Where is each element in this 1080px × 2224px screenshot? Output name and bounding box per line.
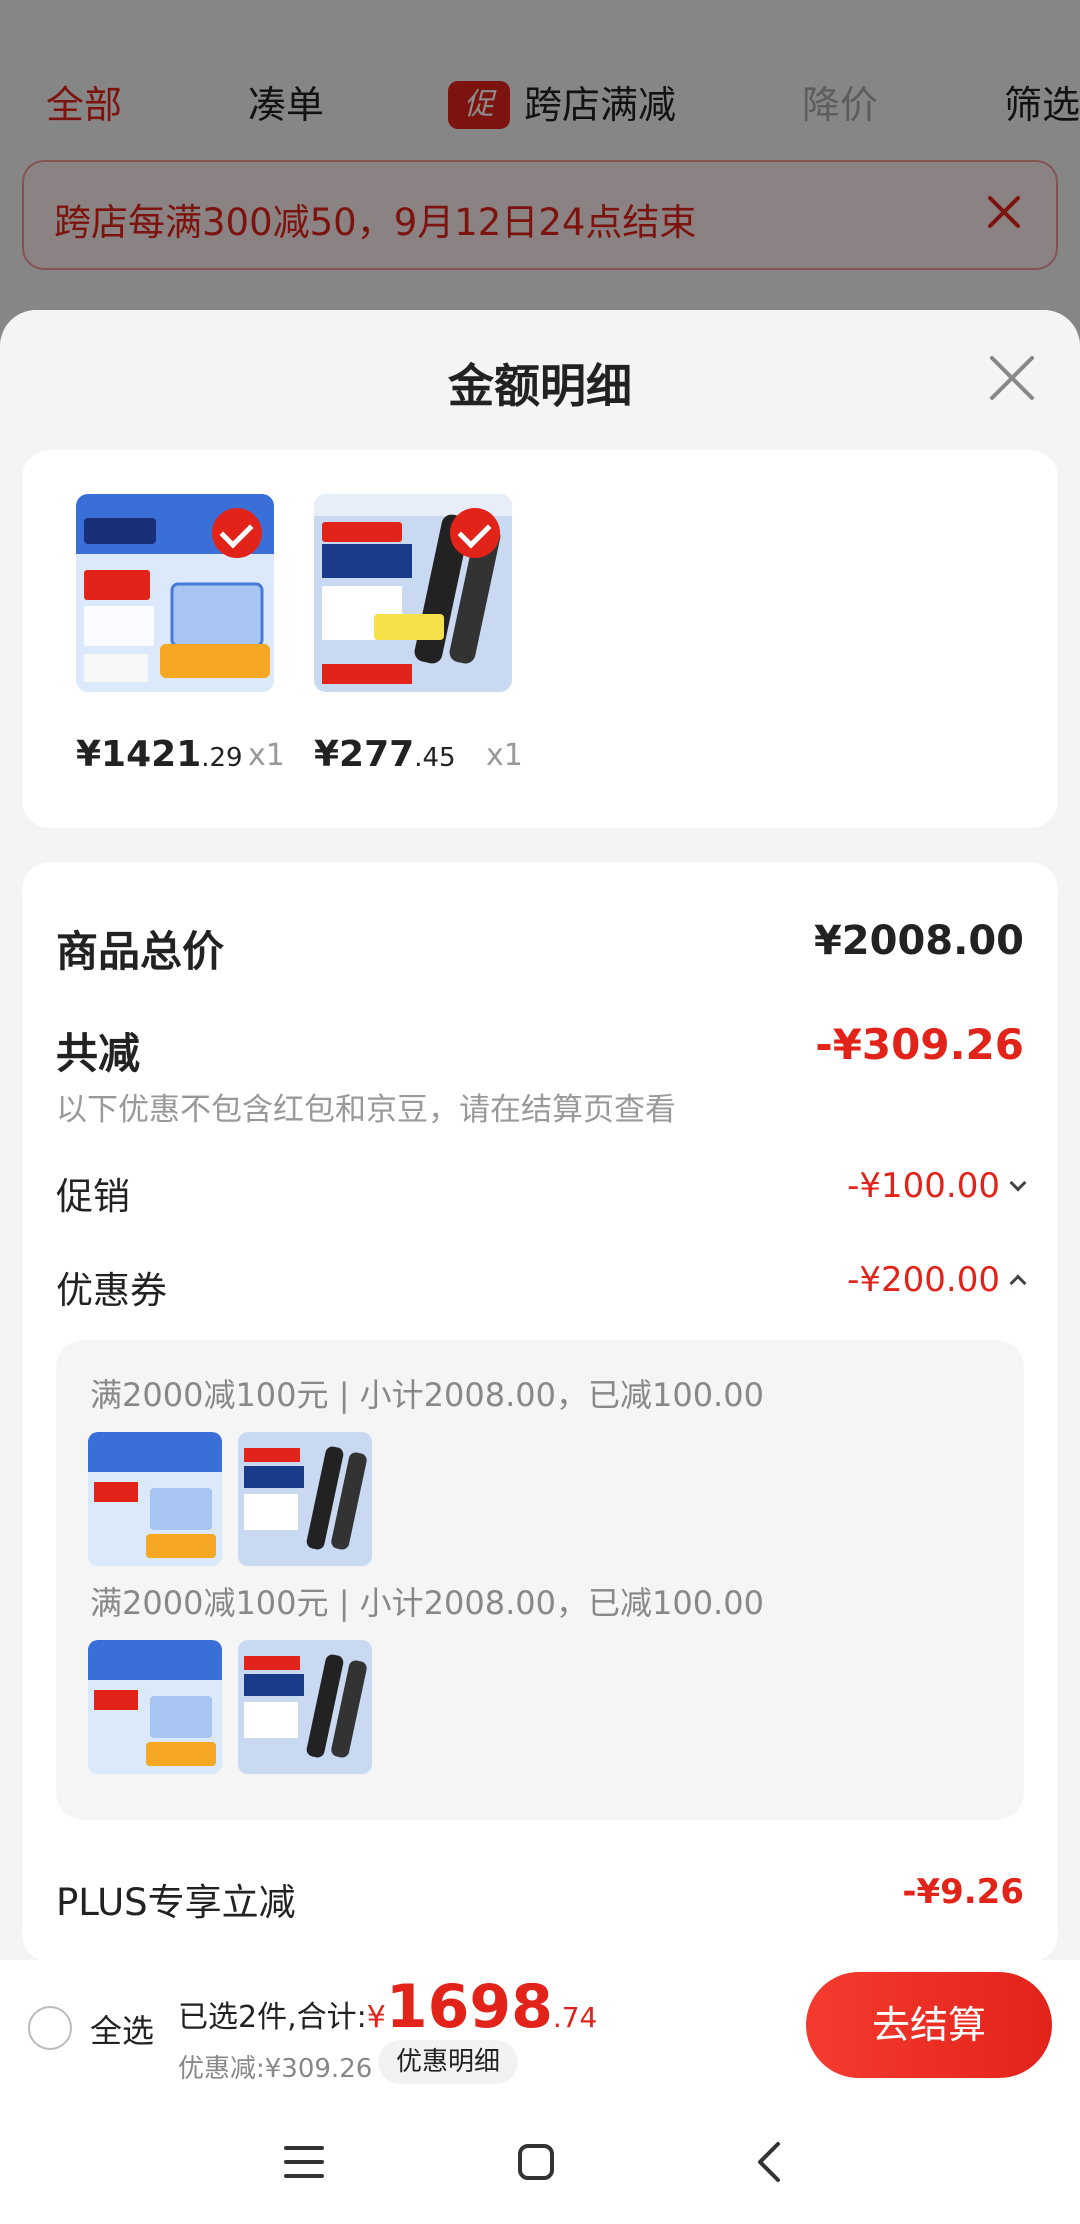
chevron-down-icon (1009, 1174, 1027, 1192)
home-icon[interactable] (506, 2132, 566, 2192)
amount-detail-sheet: 金额明细 ¥1421.29 x1 ¥277.45 x1 商品总价 ¥2008.0… (0, 310, 1080, 1962)
coupon-rule-text: 满2000减100元 | 小计2008.00，已减100.00 (90, 1376, 764, 1414)
product-thumbnail (88, 1640, 222, 1774)
product-price: ¥1421.29 (76, 734, 243, 775)
plus-discount-value: -¥9.26 (902, 1872, 1024, 1912)
product-thumbnail (238, 1640, 372, 1774)
total-amount: 1698 (385, 1972, 553, 2042)
products-card: ¥1421.29 x1 ¥277.45 x1 (22, 450, 1058, 828)
promotion-value: -¥100.00 (847, 1166, 1027, 1206)
select-all-radio[interactable] (28, 2006, 72, 2050)
amount-breakdown-card: 商品总价 ¥2008.00 共减 -¥309.26 以下优惠不包含红包和京豆，请… (22, 862, 1058, 1962)
close-icon[interactable] (984, 350, 1040, 406)
total-reduction-value: -¥309.26 (815, 1020, 1024, 1069)
total-price-value: ¥2008.00 (813, 918, 1024, 964)
check-icon (450, 508, 500, 558)
product-item[interactable]: ¥277.45 x1 (314, 494, 523, 775)
product-quantity: x1 (248, 738, 285, 773)
select-all-label[interactable]: 全选 (90, 2006, 154, 2052)
product-thumbnail (314, 494, 512, 692)
system-navigation-bar (0, 2096, 1080, 2224)
product-item[interactable]: ¥1421.29 x1 (76, 494, 285, 775)
product-thumbnail (238, 1432, 372, 1566)
discount-detail-button[interactable]: 优惠明细 (378, 2040, 519, 2084)
total-reduction-label: 共减 (56, 1029, 141, 1078)
total-price-label: 商品总价 (56, 927, 225, 976)
product-quantity: x1 (486, 738, 523, 773)
product-price: ¥277.45 (314, 734, 456, 775)
coupon-value: -¥200.00 (847, 1260, 1027, 1300)
sheet-title: 金额明细 (448, 359, 632, 413)
selected-summary: 已选2件,合计:¥1698.74 (178, 1972, 598, 2042)
coupon-label: 优惠券 (56, 1269, 167, 1312)
promotion-label: 促销 (56, 1175, 130, 1218)
plus-discount-label: PLUS专享立减 (56, 1881, 296, 1924)
product-thumbnail (88, 1432, 222, 1566)
discount-summary: 优惠减:¥309.26 (178, 2054, 373, 2084)
checkout-button[interactable]: 去结算 (806, 1972, 1052, 2078)
check-icon (212, 508, 262, 558)
coupon-detail-box: 满2000减100元 | 小计2008.00，已减100.00 满2000减10… (56, 1340, 1024, 1820)
coupon-rule-text: 满2000减100元 | 小计2008.00，已减100.00 (90, 1584, 764, 1622)
menu-icon[interactable] (274, 2132, 334, 2192)
chevron-up-icon (1009, 1274, 1027, 1292)
back-icon[interactable] (740, 2132, 800, 2192)
product-thumbnail (76, 494, 274, 692)
checkout-bar: 全选 已选2件,合计:¥1698.74 优惠减:¥309.26 优惠明细 去结算 (0, 1960, 1080, 2096)
